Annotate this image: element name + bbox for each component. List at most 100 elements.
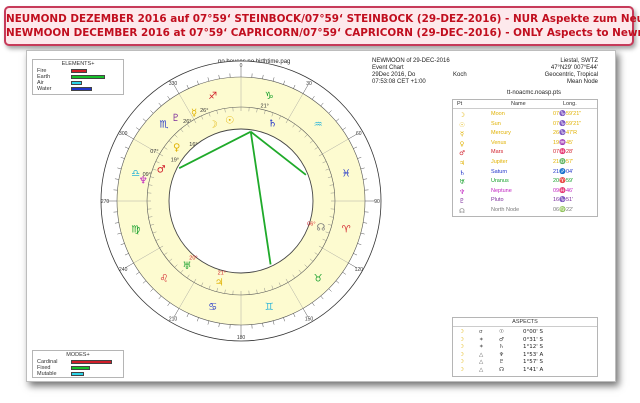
planet-icon: ♅ bbox=[183, 261, 192, 272]
planet-row: ♀ Venus 19♒45' bbox=[453, 140, 599, 149]
aspects-box: ASPECTS ☽ σ ☉ 0°00' S ☽ ✶ ♂ 0°31' S ☽ ✶ ♄ 1°12' S ☽ △… bbox=[452, 317, 598, 377]
degree-label: 06° bbox=[307, 222, 315, 228]
zodiac-sign-icon: ♈ bbox=[342, 225, 351, 236]
tick-label: 180 bbox=[237, 335, 246, 341]
aspect-asp: △ bbox=[479, 367, 484, 373]
planet-row: ☊ North Node 06♍22' bbox=[453, 207, 599, 216]
planet-glyph-icon: ☿ bbox=[460, 130, 464, 139]
air-bar bbox=[71, 81, 82, 85]
planet-icon: ☽ bbox=[208, 119, 217, 130]
planet-glyph-icon: ☊ bbox=[459, 207, 465, 215]
planet-row: ☿ Mercury 26♑47'R bbox=[453, 130, 599, 139]
pt-header-pt: Pt bbox=[457, 101, 463, 107]
zodiac-sign-icon: ♉ bbox=[314, 274, 323, 285]
planet-icon: ☿ bbox=[191, 108, 197, 119]
fixed-bar bbox=[71, 366, 90, 370]
planet-longitude: 26♑47'R bbox=[553, 130, 578, 137]
pt-header-name: Name bbox=[511, 101, 526, 107]
planet-row: ♆ Neptune 09♓46' bbox=[453, 188, 599, 197]
aspect-orb: 1°57' S bbox=[523, 359, 543, 366]
degree-label: 19° bbox=[171, 157, 179, 163]
planet-row: ♇ Pluto 16♑51' bbox=[453, 197, 599, 206]
planet-longitude: 16♑51' bbox=[553, 197, 574, 204]
aspect-p1: ☽ bbox=[459, 351, 464, 358]
aspect-p1: ☽ bbox=[459, 359, 464, 366]
degree-label: 09° bbox=[143, 172, 151, 178]
aspect-p2: ♄ bbox=[499, 344, 504, 351]
aspect-orb: 1°53' A bbox=[523, 351, 544, 358]
chart-zodiac: Geocentric, Tropical bbox=[544, 72, 598, 78]
planet-icon: ♀ bbox=[173, 143, 180, 154]
aspect-p2: ♆ bbox=[499, 351, 504, 358]
aspect-row: ☽ σ ☉ 0°00' S bbox=[453, 329, 599, 336]
zodiac-sign-icon: ♌ bbox=[159, 274, 168, 285]
planet-row: ♅ Uranus 20♈59' bbox=[453, 178, 599, 187]
planet-row: ☽ Moon 07♑59'21" bbox=[453, 111, 599, 120]
cardinal-bar bbox=[71, 360, 112, 364]
fire-bar bbox=[71, 69, 87, 73]
planet-icon: ♄ bbox=[268, 119, 277, 130]
planet-glyph-icon: ♂ bbox=[459, 149, 465, 158]
planet-glyph-icon: ☉ bbox=[459, 120, 465, 129]
aspect-p1: ☽ bbox=[459, 344, 464, 351]
planet-longitude: 20♈59' bbox=[553, 178, 574, 185]
planet-glyph-icon: ♇ bbox=[459, 197, 465, 206]
aspect-p1: ☽ bbox=[459, 329, 464, 335]
degree-label: 20° bbox=[189, 255, 197, 261]
planet-icon: ♇ bbox=[171, 113, 180, 124]
tick-label: 210 bbox=[169, 317, 178, 323]
planet-name: Jupiter bbox=[491, 159, 508, 165]
chart-place: Liestal, SWTZ bbox=[560, 58, 598, 64]
degree-label: 21° bbox=[261, 104, 269, 110]
aspect-orb: 1°41' A bbox=[523, 367, 544, 373]
chart-observer: Koch bbox=[453, 72, 467, 78]
planet-icon: ☉ bbox=[225, 115, 234, 126]
aspect-orb: 1°12' S bbox=[523, 344, 543, 351]
aspect-p2: ☉ bbox=[499, 329, 504, 335]
degree-label: 26° bbox=[183, 119, 191, 125]
aspects-title: ASPECTS bbox=[512, 319, 538, 325]
aspect-asp: σ bbox=[479, 329, 483, 335]
aspect-orb: 0°31' S bbox=[523, 336, 543, 343]
degree-label: 26° bbox=[200, 108, 208, 114]
planet-name: Sun bbox=[491, 120, 501, 127]
aspect-p2: ☊ bbox=[499, 367, 504, 373]
planet-glyph-icon: ♅ bbox=[459, 178, 465, 187]
planet-row: ♃ Jupiter 21♎57' bbox=[453, 159, 599, 168]
aspect-asp: △ bbox=[479, 351, 484, 358]
zodiac-sign-icon: ♋ bbox=[208, 302, 217, 313]
planet-glyph-icon: ♀ bbox=[459, 139, 465, 148]
tick-label: 300 bbox=[119, 131, 128, 137]
planet-longitude: 06♍22' bbox=[553, 207, 574, 213]
banner-line-english: NEWMOON DECEMBER 2016 at 07°59‘ CAPRICOR… bbox=[6, 27, 640, 39]
mode-row-mutable: Mutable bbox=[37, 371, 84, 377]
planet-row: ☉ Sun 07♑59'21" bbox=[453, 121, 599, 130]
element-row-water: Water bbox=[37, 86, 92, 92]
tick-label: 90 bbox=[374, 199, 380, 205]
planet-longitude: 19♒45' bbox=[553, 139, 574, 146]
planet-icon: ♃ bbox=[215, 278, 224, 289]
aspect-asp: ✶ bbox=[479, 344, 484, 351]
zodiac-sign-icon: ♑ bbox=[265, 91, 274, 102]
tick-label: 30 bbox=[306, 81, 312, 87]
aspect-row: ☽ ✶ ♄ 1°12' S bbox=[453, 344, 599, 351]
zodiac-sign-icon: ♐ bbox=[208, 91, 217, 102]
tick-label: 330 bbox=[169, 81, 178, 87]
planet-name: Mercury bbox=[491, 130, 511, 137]
zodiac-sign-icon: ♓ bbox=[342, 168, 351, 179]
tick-label: 120 bbox=[355, 267, 364, 273]
planet-glyph-icon: ☽ bbox=[459, 111, 465, 119]
point-file: tt-noacmc.noasp.pts bbox=[507, 90, 562, 96]
inner-wheel-circle bbox=[168, 128, 314, 274]
planet-longitude: 07♓28' bbox=[553, 149, 574, 156]
planet-longitude: 09♓46' bbox=[553, 187, 574, 194]
modes-box: MODES+ Cardinal Fixed Mutable bbox=[32, 350, 124, 378]
pt-header-long: Long. bbox=[563, 101, 577, 107]
water-bar bbox=[71, 87, 92, 91]
planet-longitude: 07♑59'21" bbox=[553, 120, 582, 127]
tick-label: 270 bbox=[101, 199, 110, 205]
aspect-p2: ♂ bbox=[499, 336, 504, 343]
planet-name: Mars bbox=[491, 149, 504, 156]
pt-header-divider bbox=[453, 108, 597, 109]
tick-label: 240 bbox=[119, 267, 128, 273]
